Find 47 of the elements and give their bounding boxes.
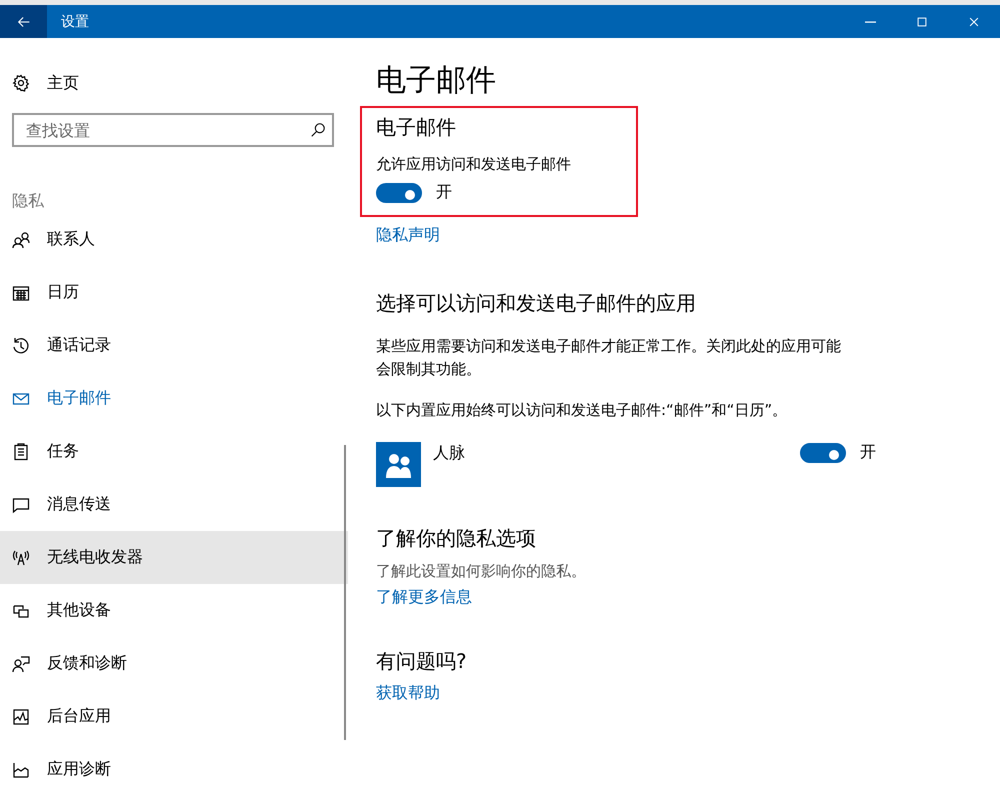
people-icon xyxy=(12,230,30,248)
minimize-icon xyxy=(864,20,876,22)
privacy-statement-link[interactable]: 隐私声明 xyxy=(376,225,440,246)
search-icon xyxy=(310,122,326,138)
calendar-icon xyxy=(12,284,30,302)
section-heading: 了解你的隐私选项 xyxy=(376,525,537,552)
setting-label: 允许应用访问和发送电子邮件 xyxy=(376,155,572,174)
app-name: 人脉 xyxy=(433,443,466,464)
area-chart-icon xyxy=(12,760,30,778)
window-title: 设置 xyxy=(61,12,90,30)
note-text: 以下内置应用始终可以访问和发送电子邮件:“邮件”和“日历”。 xyxy=(376,400,788,421)
nav-item[interactable]: 通话记录 xyxy=(0,319,348,372)
person-feedback-icon xyxy=(12,654,30,672)
clipboard-icon xyxy=(12,442,30,460)
clock-history-icon xyxy=(12,336,30,354)
page-title: 电子邮件 xyxy=(376,62,497,100)
home-nav-item[interactable]: 主页 xyxy=(0,58,348,108)
nav-item[interactable]: 其他设备 xyxy=(0,584,348,637)
nav-item[interactable]: 应用诊断 xyxy=(0,743,348,796)
speech-bubble-icon xyxy=(12,496,30,514)
maximize-icon xyxy=(915,14,929,28)
description-text: 了解此设置如何影响你的隐私。 xyxy=(376,562,587,581)
section-heading: 隐私 xyxy=(11,191,45,212)
description-text: 某些应用需要访问和发送电子邮件才能正常工作。关闭此处的应用可能会限制其功能。 xyxy=(376,336,842,380)
nav-item[interactable]: 任务 xyxy=(0,425,348,478)
nav-item[interactable]: 日历 xyxy=(0,266,348,319)
toggle-switch[interactable] xyxy=(800,442,846,462)
section-heading: 有问题吗? xyxy=(376,648,468,675)
nav-item[interactable]: 电子邮件 xyxy=(0,372,348,425)
gear-icon xyxy=(12,74,30,92)
nav-item[interactable]: 反馈和诊断 xyxy=(0,637,348,690)
antenna-icon xyxy=(12,548,30,566)
section-heading: 电子邮件 xyxy=(376,114,457,141)
search-field[interactable]: 查找设置 xyxy=(12,113,334,147)
toggle-switch[interactable] xyxy=(376,182,422,202)
chart-window-icon xyxy=(12,708,30,726)
nav-item[interactable]: 联系人 xyxy=(0,213,348,266)
people-app-icon xyxy=(376,442,421,487)
nav-item[interactable]: 后台应用 xyxy=(0,690,348,743)
toggle-state-label: 开 xyxy=(860,442,876,463)
toggle-state-label: 开 xyxy=(436,182,452,203)
nav-item[interactable]: 无线电收发器 xyxy=(0,531,348,584)
nav-item[interactable]: 消息传送 xyxy=(0,478,348,531)
learn-more-link[interactable]: 了解更多信息 xyxy=(376,587,472,606)
get-help-link[interactable]: 获取帮助 xyxy=(376,683,440,704)
section-heading: 选择可以访问和发送电子邮件的应用 xyxy=(376,290,697,317)
back-button[interactable] xyxy=(0,5,47,38)
